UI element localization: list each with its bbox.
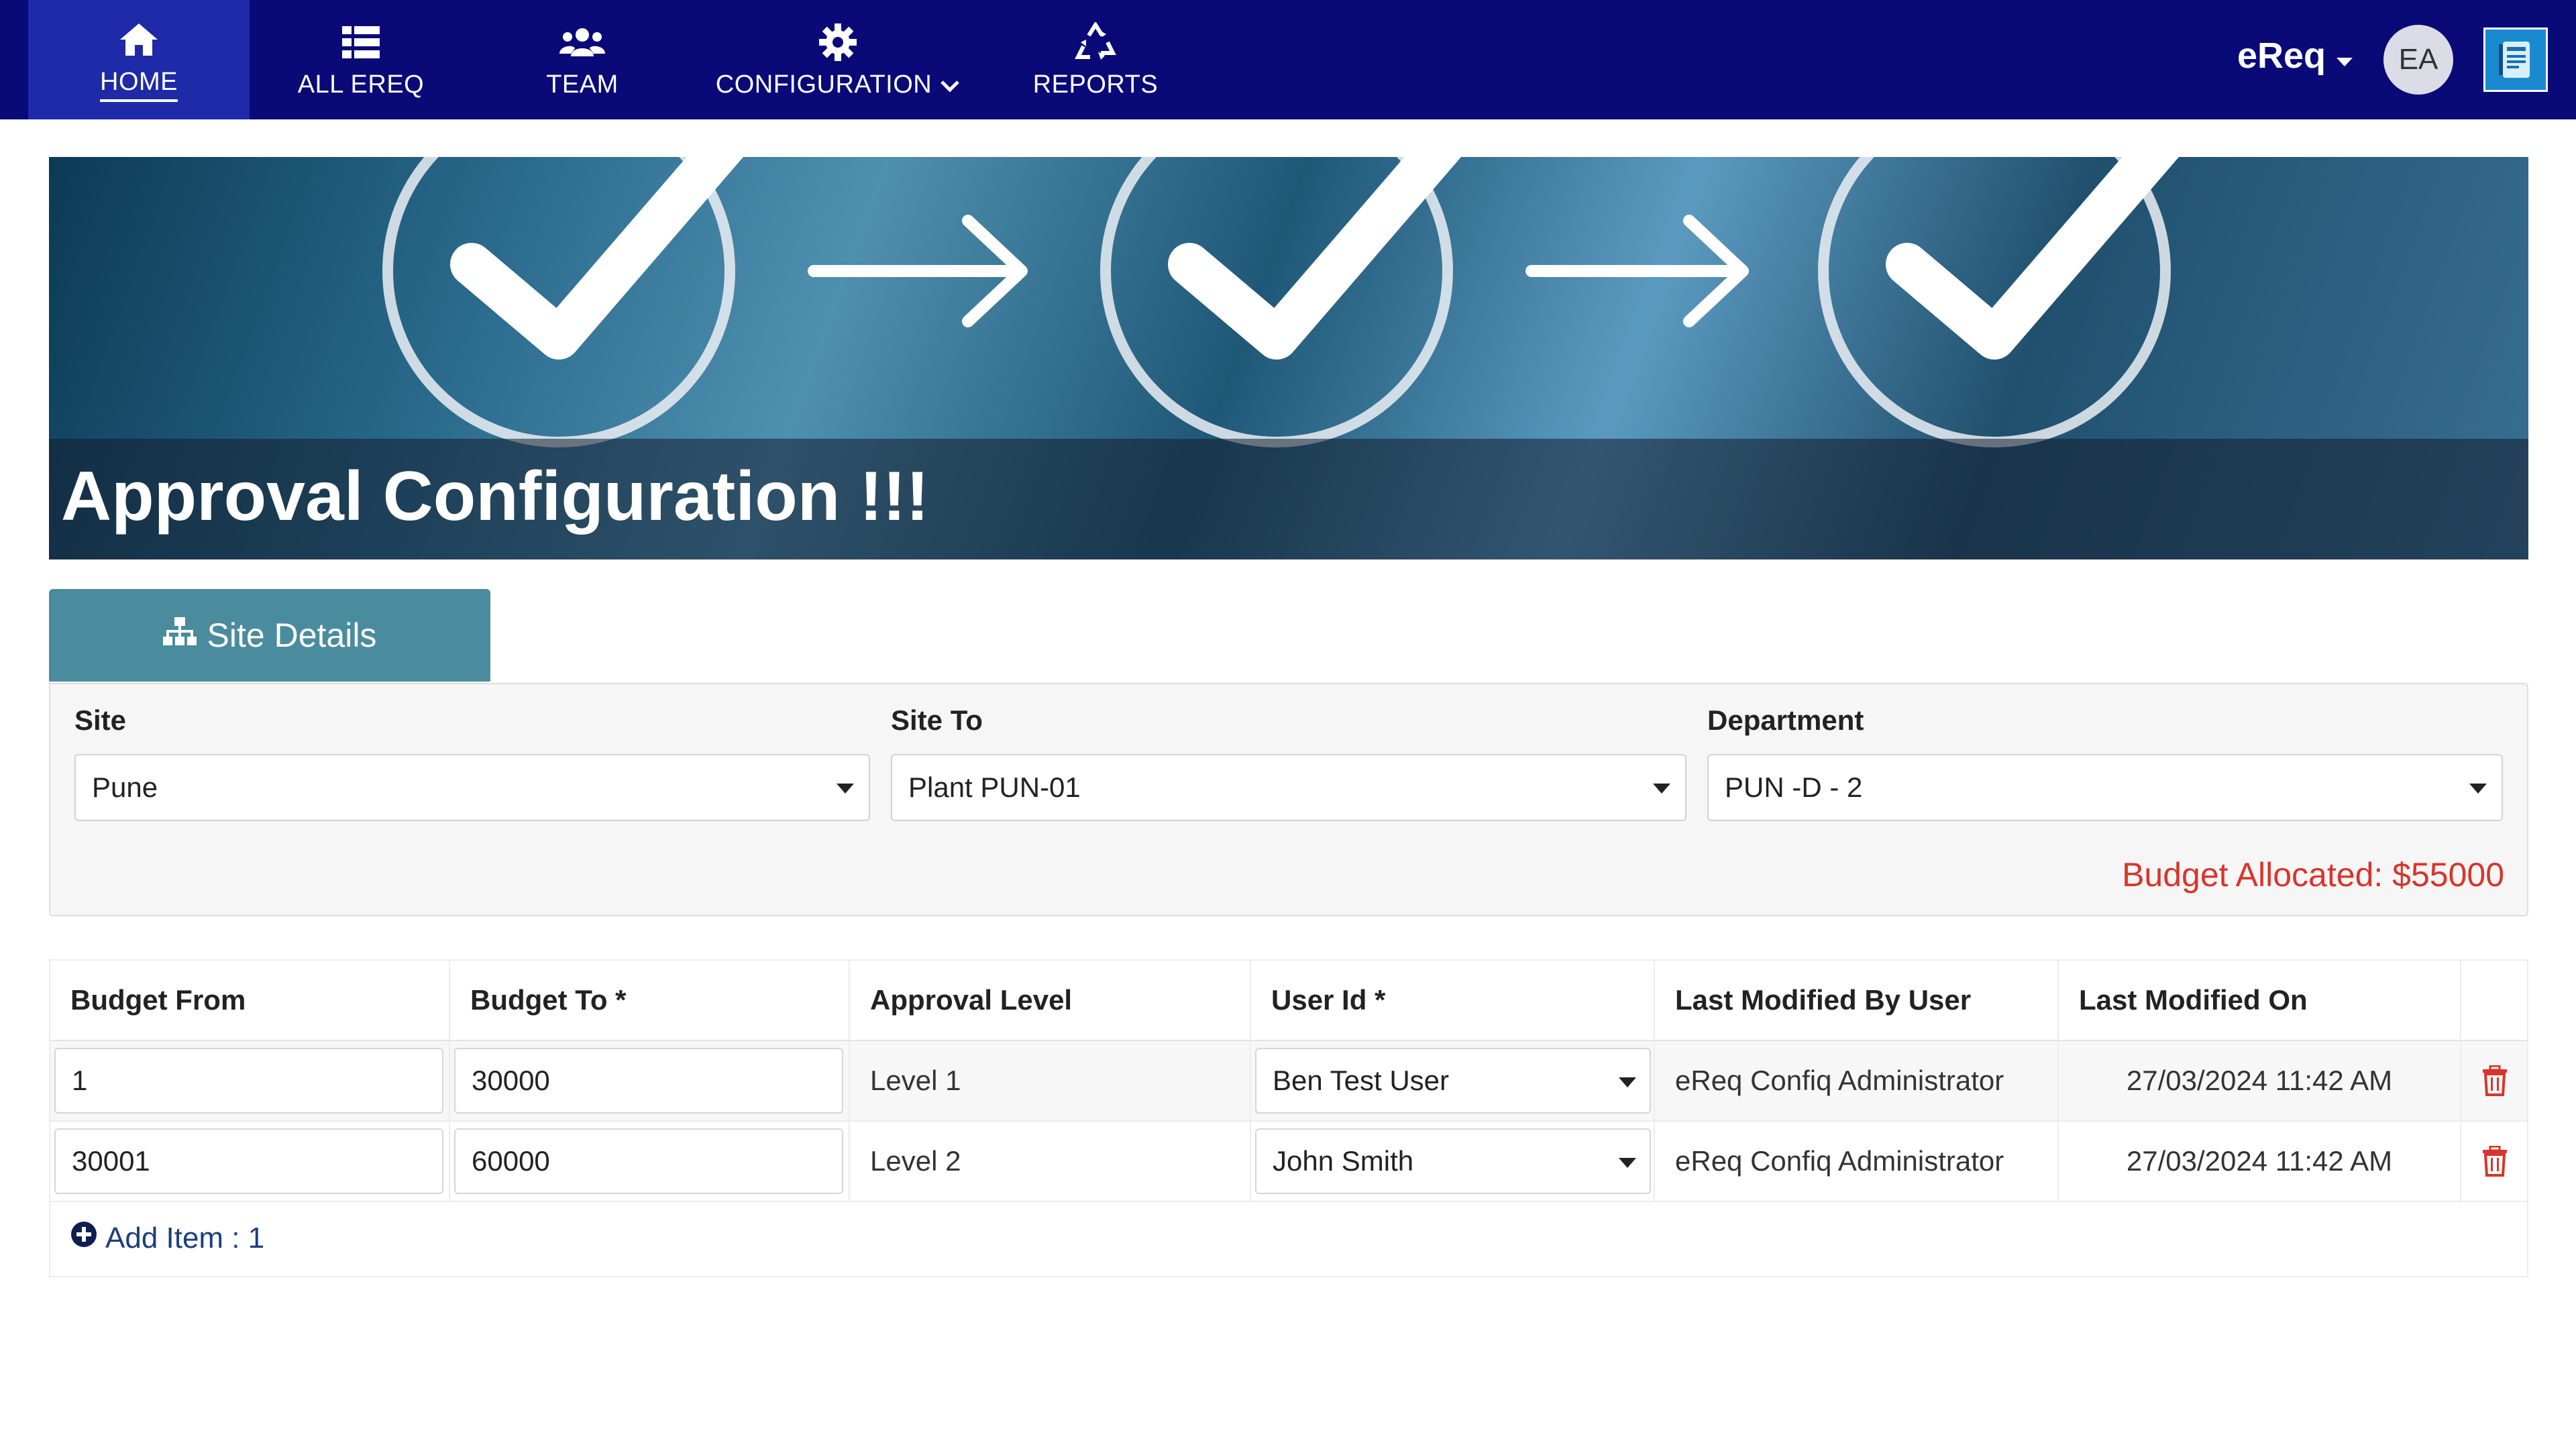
tab-site-details[interactable]: Site Details [49,589,490,682]
budget-from-input[interactable]: 1 [54,1048,443,1114]
actions-cell [2461,1122,2527,1201]
header-approval-level: Approval Level [850,961,1251,1041]
modified-on-cell: 27/03/2024 11:42 AM [2059,1041,2461,1120]
budget-from-input[interactable]: 30001 [54,1128,443,1194]
nav-reports-label: REPORTS [1032,70,1159,99]
avatar-initials: EA [2398,43,2438,76]
department-select[interactable]: PUN -D - 2 [1707,754,2503,821]
hero-banner: Approval Configuration !!! [49,157,2528,559]
budget-from-cell: 30001 [50,1122,450,1201]
sitemap-icon [162,616,197,655]
department-value: PUN -D - 2 [1725,771,1863,803]
caret-down-icon [837,784,854,794]
caret-down-icon [1619,1077,1636,1087]
table-row: 1 30000 Level 1 Ben Test User eReq Confi… [50,1041,2527,1122]
user-id-value: Ben Test User [1273,1065,1450,1096]
caret-down-icon [1619,1158,1636,1168]
add-item-button[interactable]: Add Item : 1 [70,1221,264,1255]
nav-team[interactable]: TEAM [510,0,655,119]
caret-down-icon [1653,784,1670,794]
site-select[interactable]: Pune [74,754,870,821]
budget-allocated: Budget Allocated: $55000 [2122,856,2504,894]
home-icon [117,18,160,61]
caret-down-icon [2469,784,2487,794]
nav-all-ereq[interactable]: ALL EREQ [282,0,440,119]
approval-table: Budget From Budget To * Approval Level U… [49,959,2528,1277]
table-row: 30001 60000 Level 2 John Smith eReq Conf… [50,1122,2527,1202]
tab-site-details-label: Site Details [207,616,377,654]
users-icon [559,21,606,64]
nav-team-label: TEAM [546,70,619,99]
list-icon [341,21,381,64]
site-to-select[interactable]: Plant PUN-01 [891,754,1686,821]
avatar[interactable]: EA [2383,25,2453,95]
header-user-id: User Id * [1251,961,1655,1041]
app-logo-icon [2483,28,2548,92]
approval-level-cell: Level 2 [850,1122,1251,1201]
user-id-cell: John Smith [1251,1122,1655,1201]
budget-to-value: 60000 [472,1145,550,1177]
user-id-select[interactable]: John Smith [1255,1128,1651,1194]
nav-configuration[interactable]: CONFIGURATION [710,0,966,119]
site-to-label: Site To [891,704,983,736]
header-budget-from: Budget From [50,961,450,1041]
modified-by-cell: eReq Confiq Administrator [1655,1122,2059,1201]
budget-to-cell: 30000 [450,1041,850,1120]
gear-icon [818,21,858,64]
site-details-panel: Site Pune Site To Plant PUN-01 Departmen… [49,683,2528,916]
department-label: Department [1707,704,1864,736]
brand-menu[interactable]: eReq [2237,35,2354,76]
user-id-value: John Smith [1273,1145,1414,1177]
nav-home[interactable]: HOME [28,0,250,119]
header-budget-to: Budget To * [450,961,850,1041]
header-last-modified-by: Last Modified By User [1655,961,2059,1041]
nav-home-label: HOME [100,67,178,96]
nav-all-ereq-label: ALL EREQ [297,70,425,99]
plus-circle-icon [70,1221,97,1255]
site-label: Site [74,704,127,736]
page-title: Approval Configuration !!! [61,458,930,535]
user-id-select[interactable]: Ben Test User [1255,1048,1651,1114]
trash-icon[interactable] [2481,1065,2508,1103]
site-to-value: Plant PUN-01 [908,771,1081,803]
budget-to-input[interactable]: 60000 [454,1128,843,1194]
header-last-modified-on: Last Modified On [2059,961,2461,1041]
budget-to-value: 30000 [472,1065,550,1096]
nav-configuration-label: CONFIGURATION [715,70,932,99]
user-id-cell: Ben Test User [1251,1041,1655,1120]
approval-level-cell: Level 1 [850,1041,1251,1120]
budget-from-value: 1 [72,1065,88,1096]
chevron-down-icon [940,70,960,99]
caret-down-icon [2335,35,2354,76]
top-navbar: HOME ALL EREQ TEAM CONFIGURATION REPORTS… [0,0,2576,119]
actions-cell [2461,1041,2527,1120]
budget-from-cell: 1 [50,1041,450,1120]
site-value: Pune [92,771,158,803]
header-actions [2461,961,2527,1041]
brand-label: eReq [2237,36,2326,76]
nav-reports[interactable]: REPORTS [1021,0,1170,119]
modified-on-cell: 27/03/2024 11:42 AM [2059,1122,2461,1201]
modified-by-cell: eReq Confiq Administrator [1655,1041,2059,1120]
trash-icon[interactable] [2481,1145,2508,1183]
budget-to-input[interactable]: 30000 [454,1048,843,1114]
add-item-label: Add Item : 1 [105,1221,265,1254]
budget-from-value: 30001 [72,1145,150,1177]
recycle-icon [1074,21,1117,64]
budget-to-cell: 60000 [450,1122,850,1201]
